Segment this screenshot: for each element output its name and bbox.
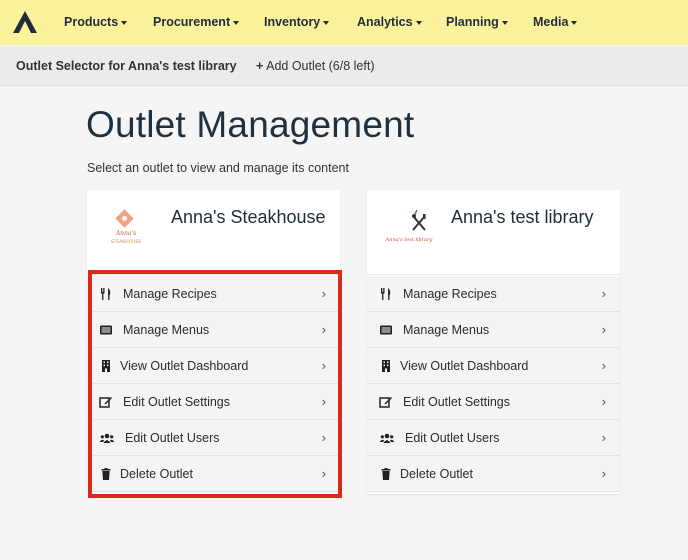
caret-down-icon bbox=[571, 20, 578, 25]
edit-icon bbox=[99, 397, 112, 408]
edit-outlet-settings-button[interactable]: Edit Outlet Settings › bbox=[367, 384, 620, 420]
manage-recipes-button[interactable]: Manage Recipes › bbox=[87, 276, 340, 312]
chevron-right-icon: › bbox=[321, 394, 326, 409]
caret-down-icon bbox=[323, 20, 330, 25]
nav-procurement[interactable]: Procurement bbox=[153, 15, 240, 29]
nav-planning[interactable]: Planning bbox=[446, 15, 508, 29]
chevron-right-icon: › bbox=[601, 430, 606, 445]
chevron-right-icon: › bbox=[601, 394, 606, 409]
nav-analytics[interactable]: Analytics bbox=[357, 15, 422, 29]
manage-menus-button[interactable]: Manage Menus › bbox=[367, 312, 620, 348]
trash-icon bbox=[101, 468, 111, 480]
outlet-name: Anna's test library bbox=[451, 207, 594, 227]
edit-icon bbox=[379, 397, 392, 408]
users-icon bbox=[99, 433, 115, 443]
list-card-icon bbox=[100, 325, 112, 335]
chevron-right-icon: › bbox=[321, 322, 326, 337]
app-logo-icon[interactable] bbox=[13, 11, 37, 33]
svg-text:STEAKHOUSE: STEAKHOUSE bbox=[111, 239, 142, 245]
building-icon bbox=[102, 360, 110, 372]
outlet-logo: Anna's test library bbox=[385, 209, 433, 243]
svg-text:Anna's: Anna's bbox=[115, 230, 136, 237]
trash-icon bbox=[381, 468, 391, 480]
list-card-icon bbox=[380, 325, 392, 335]
edit-outlet-settings-button[interactable]: Edit Outlet Settings › bbox=[87, 384, 340, 420]
delete-outlet-button[interactable]: Delete Outlet › bbox=[87, 456, 340, 492]
outlet-card-annas-steakhouse: Anna's STEAKHOUSE Anna's Steakhouse Mana… bbox=[87, 190, 340, 494]
page-subtitle: Select an outlet to view and manage its … bbox=[87, 161, 349, 175]
chevron-right-icon: › bbox=[321, 358, 326, 373]
edit-outlet-users-button[interactable]: Edit Outlet Users › bbox=[367, 420, 620, 456]
page-title: Outlet Management bbox=[86, 104, 415, 145]
manage-menus-button[interactable]: Manage Menus › bbox=[87, 312, 340, 348]
chevron-right-icon: › bbox=[601, 358, 606, 373]
utensils-icon bbox=[101, 288, 111, 300]
chevron-right-icon: › bbox=[601, 466, 606, 481]
outlet-selector-title: Outlet Selector for Anna's test library bbox=[16, 59, 237, 73]
outlet-card-header[interactable]: Anna's test library Anna's test library bbox=[367, 190, 620, 275]
chevron-right-icon: › bbox=[321, 286, 326, 301]
caret-down-icon bbox=[121, 20, 128, 25]
chevron-right-icon: › bbox=[321, 430, 326, 445]
plus-icon: + bbox=[256, 59, 264, 73]
view-outlet-dashboard-button[interactable]: View Outlet Dashboard › bbox=[367, 348, 620, 384]
outlet-logo: Anna's STEAKHOUSE bbox=[111, 209, 142, 245]
chevron-right-icon: › bbox=[601, 322, 606, 337]
svg-text:Anna's test library: Anna's test library bbox=[385, 237, 433, 243]
outlet-selector-bar: Outlet Selector for Anna's test library … bbox=[0, 46, 688, 86]
caret-down-icon bbox=[415, 20, 422, 25]
chevron-right-icon: › bbox=[601, 286, 606, 301]
edit-outlet-users-button[interactable]: Edit Outlet Users › bbox=[87, 420, 340, 456]
top-nav: Products Procurement Inventory Analytics… bbox=[0, 0, 688, 45]
caret-down-icon bbox=[501, 20, 508, 25]
building-icon bbox=[382, 360, 390, 372]
add-outlet-button[interactable]: + Add Outlet (6/8 left) bbox=[256, 59, 375, 73]
nav-inventory[interactable]: Inventory bbox=[264, 15, 330, 29]
delete-outlet-button[interactable]: Delete Outlet › bbox=[367, 456, 620, 492]
outlet-name: Anna's Steakhouse bbox=[171, 207, 326, 227]
manage-recipes-button[interactable]: Manage Recipes › bbox=[367, 276, 620, 312]
outlet-card-annas-test-library: Anna's test library Anna's test library … bbox=[367, 190, 620, 494]
caret-down-icon bbox=[233, 20, 240, 25]
users-icon bbox=[379, 433, 395, 443]
view-outlet-dashboard-button[interactable]: View Outlet Dashboard › bbox=[87, 348, 340, 384]
outlet-card-header[interactable]: Anna's STEAKHOUSE Anna's Steakhouse bbox=[87, 190, 340, 275]
nav-products[interactable]: Products bbox=[64, 15, 128, 29]
nav-media[interactable]: Media bbox=[533, 15, 578, 29]
chevron-right-icon: › bbox=[321, 466, 326, 481]
utensils-icon bbox=[381, 288, 391, 300]
